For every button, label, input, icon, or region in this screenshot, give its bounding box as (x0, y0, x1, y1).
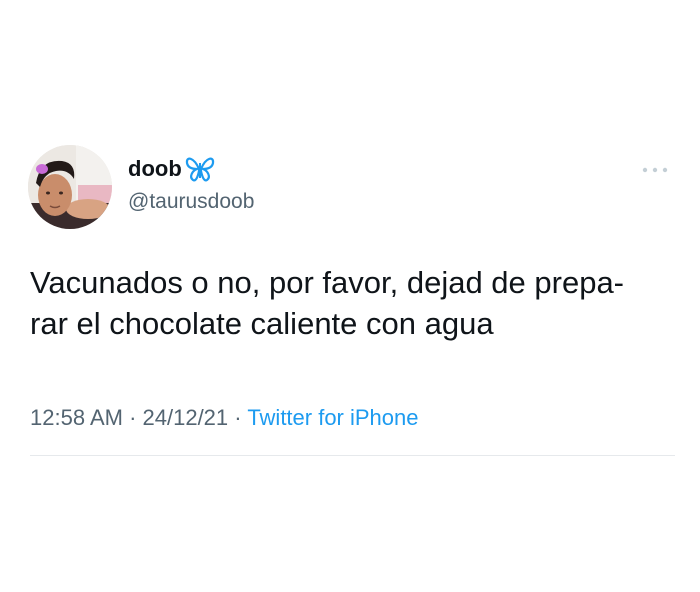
author-display-name[interactable]: doob (128, 155, 182, 183)
tweet-text-line: Vacunados o no, por favor, dejad de prep… (30, 265, 625, 300)
tweet-metadata: 12:58 AM · 24/12/21 · Twitter for iPhone (30, 404, 419, 432)
meta-separator: · (228, 405, 248, 430)
ellipsis-icon[interactable] (638, 160, 672, 180)
tweet-text: Vacunados o no, por favor, dejad de prep… (30, 262, 680, 344)
divider (30, 455, 675, 456)
tweet-source-link[interactable]: Twitter for iPhone (247, 405, 418, 430)
tweet-time[interactable]: 12:58 AM (30, 405, 123, 430)
blue-butterfly-icon (185, 157, 215, 182)
author-handle[interactable]: @taurusdoob (128, 189, 254, 215)
tweet-text-line: rar el chocolate caliente con agua (30, 306, 494, 341)
avatar[interactable] (28, 145, 112, 229)
avatar-photo (28, 145, 112, 229)
tweet-date[interactable]: 24/12/21 (143, 405, 229, 430)
meta-separator: · (122, 405, 143, 430)
